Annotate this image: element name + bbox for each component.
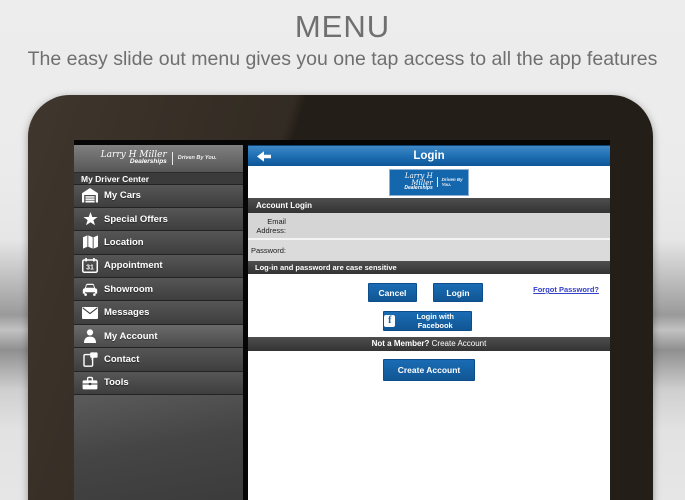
facebook-login-button[interactable]: f Login with Facebook — [382, 311, 472, 331]
login-button[interactable]: Login — [432, 283, 483, 302]
facebook-login-label: Login with Facebook — [416, 312, 454, 330]
contact-icon — [82, 352, 98, 367]
calendar-day-text: 31 — [86, 265, 94, 272]
create-account-section: Create Account — [247, 350, 610, 500]
login-logo-strip: Larry H Miller Dealerships Driven By You… — [247, 166, 610, 198]
star-icon — [82, 212, 98, 226]
banner: MENU The easy slide out menu gives you o… — [0, 0, 685, 71]
sidebar-brand-logo: Larry H Miller Dealerships Driven By You… — [74, 145, 244, 172]
password-field-label: Password: — [250, 246, 286, 255]
brand-badge: Larry H Miller Dealerships Driven By You… — [388, 168, 469, 196]
map-icon — [82, 235, 98, 250]
brand-tagline: Driven By You. — [177, 155, 217, 162]
tablet-frame: Larry H Miller Dealerships Driven By You… — [28, 95, 653, 500]
login-actions: Cancel Login Forgot Password? f Login wi… — [247, 274, 610, 337]
app-content: Larry H Miller Dealerships Driven By You… — [74, 145, 610, 500]
menu-item-label: My Cars — [104, 190, 141, 202]
menu-item-appointment[interactable]: 31 Appointment — [74, 253, 244, 278]
menu-item-my-cars[interactable]: My Cars — [74, 183, 244, 207]
menu-item-label: Tools — [104, 377, 129, 389]
car-icon — [82, 283, 98, 296]
menu-item-label: Showroom — [104, 283, 154, 295]
tablet-screen: Larry H Miller Dealerships Driven By You… — [74, 140, 610, 500]
menu-item-location[interactable]: Location — [74, 230, 244, 254]
menu-item-label: My Account — [104, 330, 158, 342]
menu-item-label: Messages — [104, 307, 150, 319]
not-member-rest-text: Create Account — [429, 339, 487, 348]
login-header: Login — [247, 145, 610, 168]
banner-subtitle: The easy slide out menu gives you one ta… — [27, 48, 658, 70]
brand-name-text: Dealerships — [404, 185, 433, 191]
menu-item-showroom[interactable]: Showroom — [74, 277, 244, 301]
menu-item-label: Contact — [104, 353, 140, 365]
app-store-screenshot: MENU The easy slide out menu gives you o… — [0, 0, 685, 500]
person-icon — [82, 329, 98, 344]
toolbox-icon — [82, 376, 98, 390]
envelope-icon — [82, 306, 98, 319]
forgot-password-link[interactable]: Forgot Password? — [533, 285, 599, 294]
not-member-section-header: Not a Member? Create Account — [247, 337, 610, 351]
garage-icon — [82, 188, 98, 203]
brand-wordmark: Larry H Miller Dealerships — [390, 173, 433, 191]
brand-divider — [436, 177, 438, 187]
email-field[interactable]: Email Address: — [247, 213, 610, 238]
password-field[interactable]: Password: — [247, 240, 610, 261]
login-title: Login — [413, 150, 445, 162]
email-field-label: Email Address: — [256, 216, 286, 235]
menu-item-label: Appointment — [104, 260, 163, 272]
menu-item-contact[interactable]: Contact — [74, 347, 244, 371]
menu-item-label: Special Offers — [104, 213, 168, 225]
brand-divider — [171, 151, 173, 165]
cancel-button[interactable]: Cancel — [367, 283, 417, 302]
case-sensitive-note: Log-in and password are case sensitive — [247, 261, 610, 274]
calendar-icon: 31 — [82, 258, 98, 274]
menu-section-header: My Driver Center — [74, 171, 244, 184]
account-login-section-header: Account Login — [247, 198, 610, 213]
menu-item-special-offers[interactable]: Special Offers — [74, 206, 244, 231]
menu-item-my-account[interactable]: My Account — [74, 323, 244, 348]
create-account-button[interactable]: Create Account — [382, 358, 475, 381]
brand-tagline: Driven By You. — [441, 177, 463, 187]
menu-item-messages[interactable]: Messages — [74, 300, 244, 324]
menu-item-label: Location — [104, 236, 144, 248]
slide-out-menu: Larry H Miller Dealerships Driven By You… — [74, 145, 244, 500]
login-panel: Login Larry H Miller Dealerships Driven … — [247, 145, 610, 500]
brand-wordmark: Larry H Miller Dealerships — [101, 151, 167, 166]
facebook-icon: f — [383, 315, 396, 327]
banner-title: MENU — [294, 9, 391, 44]
not-member-bold-text: Not a Member? — [371, 339, 430, 348]
menu-item-tools[interactable]: Tools — [74, 370, 244, 395]
menu-empty-area — [74, 394, 244, 500]
back-arrow-icon[interactable] — [256, 150, 271, 168]
